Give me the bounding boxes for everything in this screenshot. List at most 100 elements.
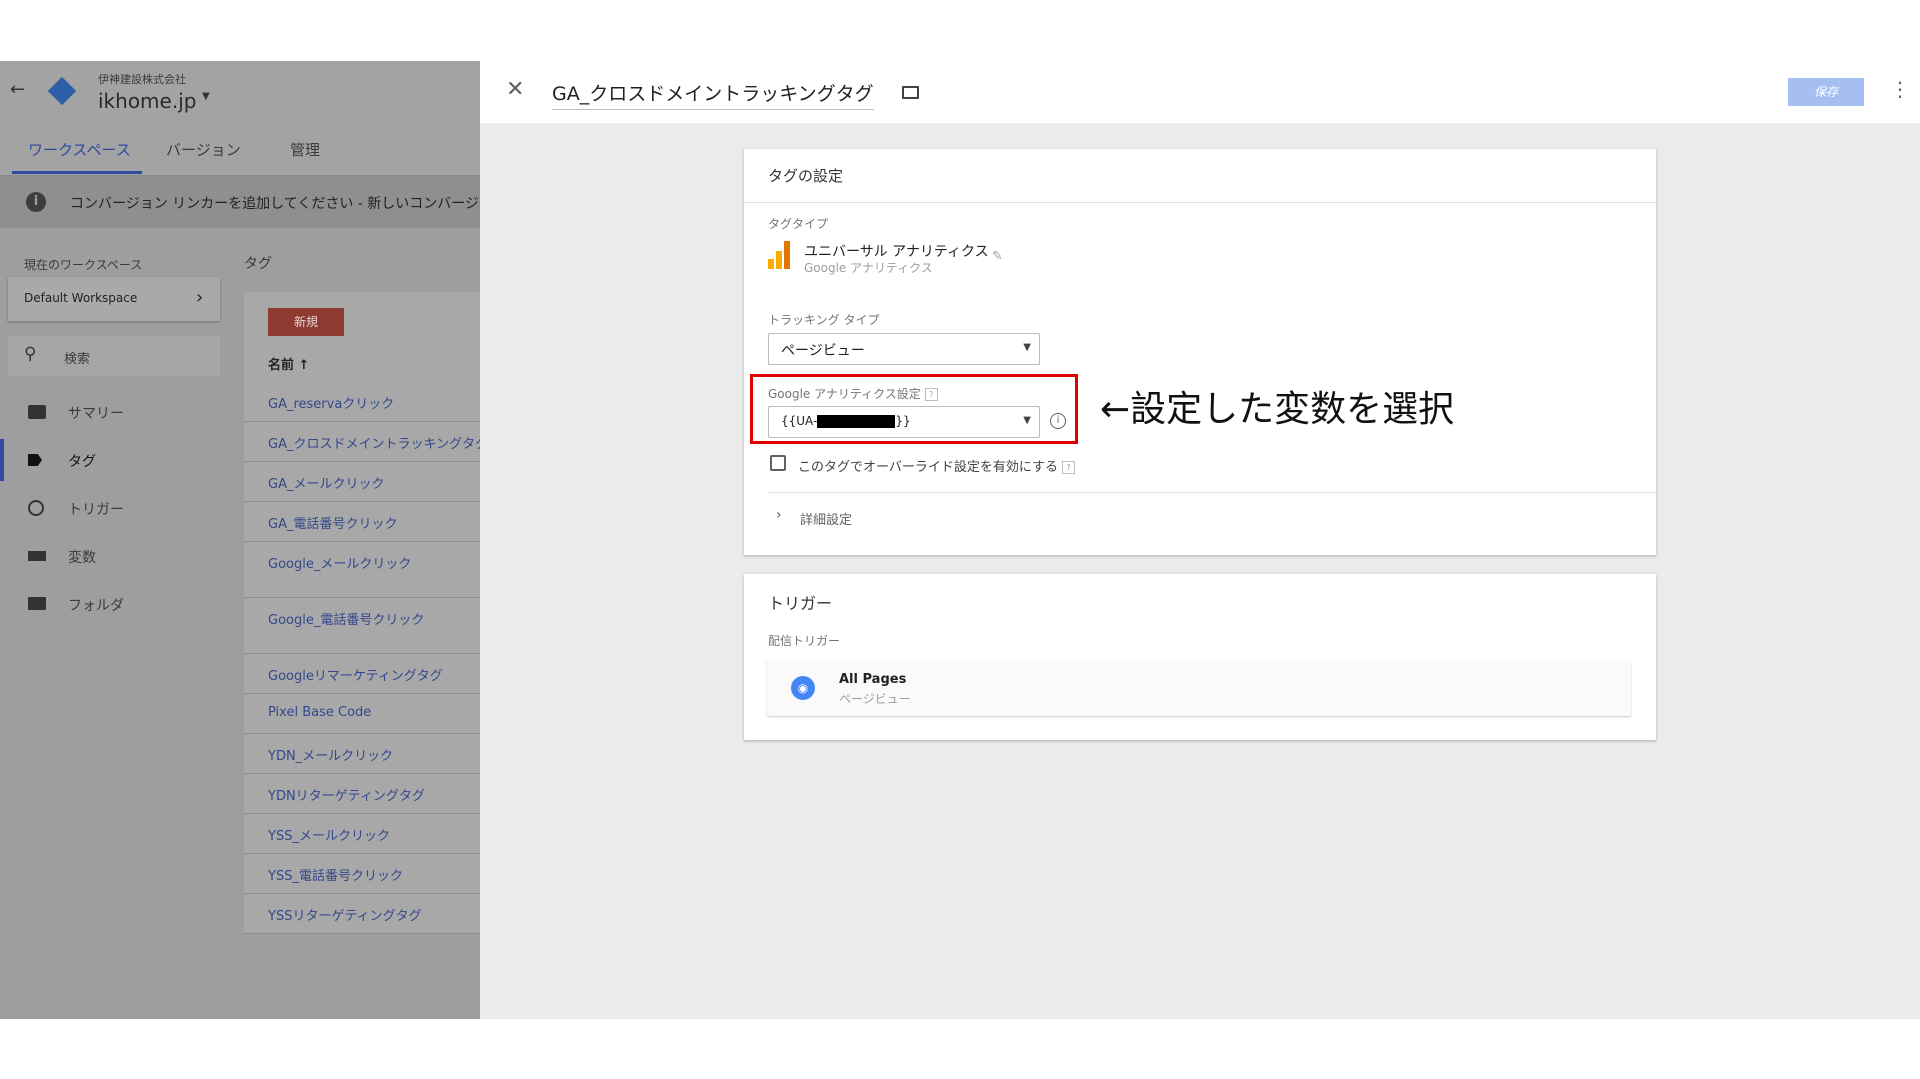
tag-name: Pixel Base Code <box>268 705 372 720</box>
tag-name: Googleリマーケティングタグ <box>268 669 443 684</box>
container-name[interactable]: ikhome.jp <box>98 89 196 113</box>
trigger-icon <box>28 500 44 516</box>
tag-name: GA_クロスドメイントラッキングタグ <box>268 437 480 452</box>
tag-row[interactable]: YDNリターゲティングタグ <box>244 773 480 814</box>
help-icon[interactable]: ? <box>1062 461 1076 474</box>
tag-name: YSS_電話番号クリック <box>268 869 403 884</box>
trigger-card: トリガー 配信トリガー ◉ All Pages ページビュー <box>744 574 1656 740</box>
tag-row[interactable]: Googleリマーケティングタグ <box>244 653 480 694</box>
tag-row[interactable]: GA_電話番号クリック <box>244 501 480 542</box>
notification-text: コンバージョン リンカーを追加してください - 新しいコンバージョン <box>70 196 480 212</box>
back-arrow-icon[interactable]: ← <box>10 79 25 100</box>
name-column-header[interactable]: 名前 ↑ <box>268 354 309 373</box>
analytics-icon <box>768 241 792 269</box>
tag-row[interactable]: Google_メールクリック <box>244 541 480 598</box>
close-icon[interactable]: ✕ <box>506 77 524 102</box>
tag-row[interactable]: Google_電話番号クリック <box>244 597 480 654</box>
nav-label: サマリー <box>68 406 124 422</box>
chevron-right-icon: › <box>196 287 204 308</box>
tag-row[interactable]: Pixel Base Code <box>244 693 480 734</box>
dropdown-arrow-icon: ▼ <box>1023 342 1031 353</box>
tag-icon <box>28 454 42 466</box>
workspace-tabs: ワークスペース バージョン 管理 <box>0 123 480 176</box>
tag-config-card: タグの設定 タグタイプ ユニバーサル アナリティクス Google アナリティク… <box>744 149 1656 555</box>
advanced-settings-label: 詳細設定 <box>800 513 853 528</box>
trigger-heading: トリガー <box>768 594 833 613</box>
tag-row[interactable]: YDN_メールクリック <box>244 733 480 774</box>
search-icon: ⚲ <box>24 344 37 364</box>
trigger-item-all-pages[interactable]: ◉ All Pages ページビュー <box>767 660 1631 716</box>
tracking-type-select[interactable]: ページビュー ▼ <box>768 333 1040 365</box>
workspace-selector[interactable]: Default Workspace › <box>8 277 220 321</box>
pageview-eye-icon: ◉ <box>791 676 815 700</box>
advanced-settings-toggle[interactable]: › 詳細設定 <box>768 507 968 531</box>
highlight-box <box>750 374 1078 444</box>
tag-row[interactable]: GA_クロスドメイントラッキングタグ <box>244 421 480 462</box>
tab-workspace[interactable]: ワークスペース <box>28 139 131 160</box>
divider <box>768 492 1656 493</box>
override-checkbox-row[interactable]: このタグでオーバーライド設定を有効にする ? <box>770 455 1170 475</box>
tag-name: GA_電話番号クリック <box>268 517 398 532</box>
search-box[interactable]: ⚲ 検索 <box>8 336 220 376</box>
tag-editor: ✕ GA_クロスドメイントラッキングタグ 保存 ⋮ タグの設定 タグタイプ ユニ… <box>480 61 1920 1019</box>
chevron-right-icon: › <box>776 507 782 523</box>
trigger-type: ページビュー <box>839 692 911 706</box>
tag-name: YDN_メールクリック <box>268 749 394 764</box>
tag-name: Google_メールクリック <box>268 557 412 572</box>
account-name: 伊神建設株式会社 <box>98 73 186 86</box>
active-nav-indicator <box>0 439 4 481</box>
folder-icon <box>28 597 46 610</box>
nav-item-summary[interactable]: サマリー <box>0 391 240 433</box>
tag-row[interactable]: GA_reservaクリック <box>244 381 480 422</box>
divider <box>744 202 1656 203</box>
tab-active-underline <box>12 171 142 174</box>
firing-trigger-label: 配信トリガー <box>768 634 841 648</box>
tag-config-heading: タグの設定 <box>768 167 844 185</box>
notification-bar: i コンバージョン リンカーを追加してください - 新しいコンバージョン <box>0 176 480 228</box>
tag-row[interactable]: YSS_メールクリック <box>244 813 480 854</box>
tag-name: GA_reservaクリック <box>268 397 395 412</box>
container-dropdown-icon[interactable]: ▼ <box>202 91 210 102</box>
workspace-panel: ← 伊神建設株式会社 ikhome.jp ▼ ワークスペース バージョン 管理 … <box>0 61 480 1019</box>
tab-admin[interactable]: 管理 <box>290 139 320 160</box>
summary-icon <box>28 405 46 419</box>
search-placeholder: 検索 <box>64 352 91 367</box>
tracking-type-value: ページビュー <box>781 343 865 359</box>
tag-row[interactable]: GA_メールクリック <box>244 461 480 502</box>
tag-row[interactable]: YSSリターゲティングタグ <box>244 893 480 934</box>
tag-name: YSS_メールクリック <box>268 829 390 844</box>
tracking-type-label: トラッキング タイプ <box>768 313 880 327</box>
variables-icon <box>28 551 46 561</box>
nav-item-variables[interactable]: 変数 <box>0 535 240 577</box>
nav-item-tags[interactable]: タグ <box>0 439 240 481</box>
nav-item-triggers[interactable]: トリガー <box>0 487 240 529</box>
container-header: ← 伊神建設株式会社 ikhome.jp ▼ <box>0 61 480 124</box>
editor-header: ✕ GA_クロスドメイントラッキングタグ 保存 ⋮ <box>480 61 1920 123</box>
nav-label: 変数 <box>68 550 96 566</box>
nav-label: トリガー <box>68 502 124 518</box>
nav-label: フォルダ <box>68 598 124 614</box>
workspace-name: Default Workspace <box>24 291 138 305</box>
tag-type-label: タグタイプ <box>768 217 829 231</box>
tag-type-selector[interactable]: ユニバーサル アナリティクス Google アナリティクス ✎ <box>768 241 1008 281</box>
nav-label: タグ <box>68 454 96 470</box>
tag-name: YDNリターゲティングタグ <box>268 789 425 804</box>
tab-versions[interactable]: バージョン <box>166 139 241 160</box>
more-vert-icon[interactable]: ⋮ <box>1890 77 1910 101</box>
new-tag-button[interactable]: 新規 <box>268 308 344 336</box>
nav-item-folders[interactable]: フォルダ <box>0 583 240 625</box>
edit-pencil-icon[interactable]: ✎ <box>992 249 1003 264</box>
save-button[interactable]: 保存 <box>1788 78 1864 106</box>
tag-name: Google_電話番号クリック <box>268 613 425 628</box>
trigger-name: All Pages <box>839 672 907 687</box>
tag-title[interactable]: GA_クロスドメイントラッキングタグ <box>552 79 874 110</box>
workspace-label: 現在のワークスペース <box>24 258 143 272</box>
override-checkbox[interactable] <box>770 455 786 471</box>
info-icon: i <box>26 192 46 212</box>
tag-row[interactable]: YSS_電話番号クリック <box>244 853 480 894</box>
tag-type-subtitle: Google アナリティクス <box>804 261 933 275</box>
folder-icon[interactable] <box>902 86 919 99</box>
tag-type-name: ユニバーサル アナリティクス <box>804 244 989 260</box>
tags-section-title: タグ <box>244 256 272 272</box>
override-label-text: このタグでオーバーライド設定を有効にする <box>798 460 1059 475</box>
